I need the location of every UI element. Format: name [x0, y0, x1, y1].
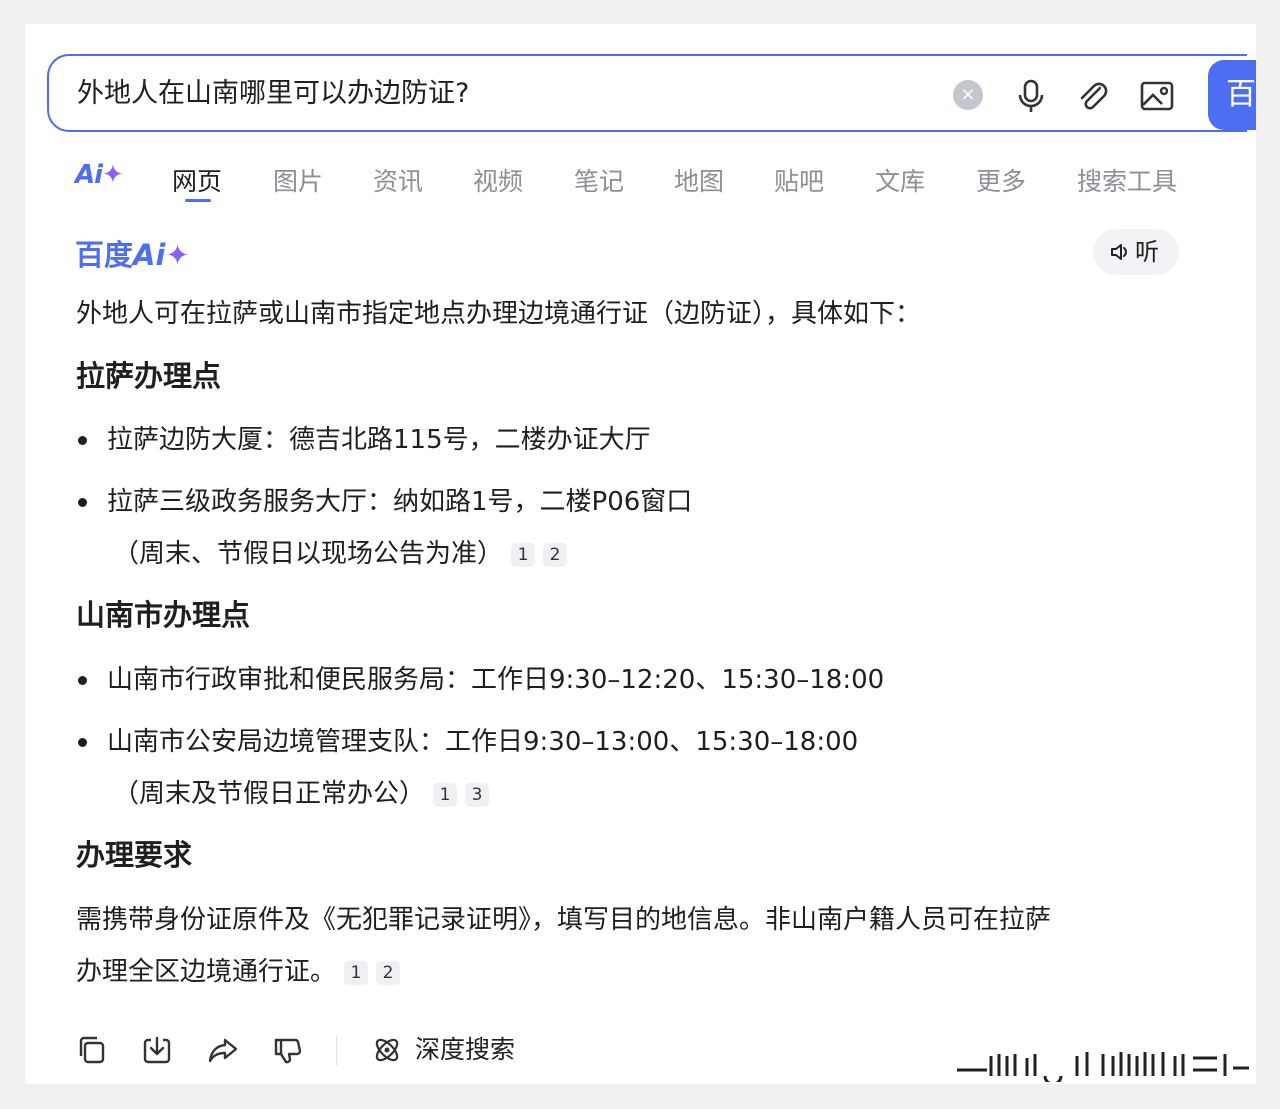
image-search-icon[interactable]	[1137, 76, 1177, 116]
ai-star-icon: ✦	[102, 160, 124, 190]
citation-badge[interactable]: 3	[465, 783, 490, 807]
requirements-text-line1: 需携带身份证原件及《无犯罪记录证明》，填写目的地信息。非山南户籍人员可在拉萨	[76, 905, 1052, 935]
list-item: 山南市行政审批和便民服务局：工作日9:30–12:20、15:30–18:00	[107, 665, 885, 695]
search-input[interactable]: 外地人在山南哪里可以办边防证?	[77, 76, 469, 112]
copy-icon[interactable]	[76, 1034, 108, 1066]
brand-star-icon: ✦	[165, 238, 190, 272]
list-item-note: （周末、节假日以现场公告为准） 1 2	[113, 536, 568, 572]
list-item: 拉萨边防大厦：德吉北路115号，二楼办证大厅	[107, 425, 651, 455]
bullet-dot	[78, 676, 87, 685]
bullet-dot	[78, 436, 87, 445]
tab-more[interactable]: 更多	[976, 162, 1026, 198]
citation-badge[interactable]: 1	[433, 783, 458, 807]
requirements-text: 办理全区边境通行证。	[76, 957, 337, 987]
note-text: （周末、节假日以现场公告为准）	[113, 539, 504, 569]
citation-badge[interactable]: 2	[543, 543, 568, 567]
tab-wenku[interactable]: 文库	[875, 162, 925, 198]
tab-maps[interactable]: 地图	[674, 162, 724, 198]
tab-news[interactable]: 资讯	[373, 162, 423, 198]
search-box[interactable]: 外地人在山南哪里可以办边防证? ×	[47, 54, 1247, 132]
tab-tieba[interactable]: 贴吧	[774, 162, 824, 198]
note-text: （周末及节假日正常办公）	[113, 779, 426, 809]
tab-notes[interactable]: 笔记	[574, 162, 624, 198]
section-heading-requirements: 办理要求	[76, 838, 193, 872]
answer-intro: 外地人可在拉萨或山南市指定地点办理边境通行证（边防证），具体如下：	[76, 299, 922, 329]
citation-badge[interactable]: 1	[511, 543, 536, 567]
deep-search-icon	[375, 1038, 399, 1062]
action-divider	[336, 1036, 337, 1066]
brand-name: 百度	[75, 238, 134, 272]
section-heading-shannan: 山南市办理点	[76, 598, 251, 632]
clear-icon[interactable]: ×	[953, 80, 983, 110]
listen-label: 听	[1135, 238, 1159, 266]
search-results-card: 外地人在山南哪里可以办边防证? × 百度一下 Ai✦ 网页 图片 资讯 视频 笔…	[25, 24, 1256, 1084]
tab-ai[interactable]: Ai✦	[75, 160, 124, 190]
bullet-dot	[78, 498, 87, 507]
baidu-ai-logo: 百度Ai✦	[75, 232, 190, 274]
listen-button[interactable]: 听	[1093, 229, 1179, 275]
bullet-dot	[78, 738, 87, 747]
microphone-icon[interactable]	[1011, 76, 1051, 116]
citation-badge[interactable]: 1	[344, 961, 369, 985]
brand-ai: Ai	[133, 238, 166, 272]
deep-search-label: 深度搜索	[415, 1035, 516, 1064]
tab-web[interactable]: 网页	[172, 162, 222, 198]
tab-images[interactable]: 图片	[273, 162, 323, 198]
download-icon[interactable]	[141, 1034, 173, 1066]
tab-search-tools[interactable]: 搜索工具	[1077, 162, 1177, 198]
dislike-icon[interactable]	[272, 1034, 304, 1066]
active-tab-indicator	[185, 199, 211, 202]
requirements-text-line2: 办理全区边境通行证。 1 2	[76, 954, 401, 990]
list-item-note: （周末及节假日正常办公） 1 3	[113, 776, 490, 812]
watermark-graphic	[957, 1052, 1249, 1082]
search-button[interactable]: 百度一下	[1208, 60, 1256, 130]
share-icon[interactable]	[207, 1034, 239, 1066]
list-item: 山南市公安局边境管理支队：工作日9:30–13:00、15:30–18:00	[107, 727, 859, 757]
speaker-icon	[1111, 244, 1127, 260]
attachment-icon[interactable]	[1073, 76, 1113, 116]
tab-videos[interactable]: 视频	[473, 162, 523, 198]
citation-badge[interactable]: 2	[376, 961, 401, 985]
tab-ai-label: Ai	[75, 160, 103, 190]
section-heading-lhasa: 拉萨办理点	[76, 359, 222, 393]
list-item: 拉萨三级政务服务大厅：纳如路1号，二楼P06窗口	[107, 487, 693, 517]
